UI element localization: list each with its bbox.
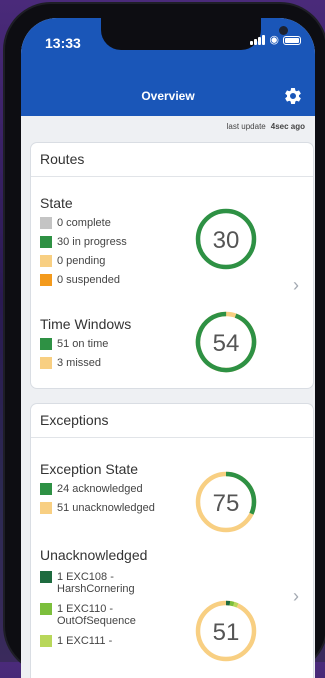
exception-state-title: Exception State — [40, 461, 139, 477]
routes-state-value: 30 — [213, 227, 240, 254]
exceptions-card-title: Exceptions — [31, 404, 313, 438]
exception-state-value: 75 — [213, 490, 240, 517]
legend-swatch — [40, 502, 52, 514]
legend-exc110: 1 EXC110 - OutOfSequence — [40, 603, 136, 627]
routes-state-ring: 30 — [195, 208, 257, 270]
cellular-signal-icon — [250, 35, 266, 45]
legend-swatch — [40, 357, 52, 369]
unacknowledged-title: Unacknowledged — [40, 547, 148, 563]
legend-on-time: 51 on time — [40, 338, 108, 350]
time-windows-title: Time Windows — [40, 316, 132, 332]
legend-unacknowledged: 51 unacknowledged — [40, 502, 155, 514]
legend-complete: 0 complete — [40, 217, 111, 229]
routes-chevron-icon[interactable]: › — [293, 275, 299, 296]
legend-in-progress: 30 in progress — [40, 236, 127, 248]
time-windows-value: 54 — [213, 330, 240, 357]
routes-card[interactable]: Routes State 0 complete 30 in progress 0… — [30, 142, 314, 389]
legend-exc111: 1 EXC111 - — [40, 635, 112, 647]
last-update: last update 4sec ago — [227, 122, 305, 131]
legend-swatch — [40, 571, 52, 583]
phone-frame: 13:33 ◉ Overview last update 4sec ago Rou… — [5, 4, 325, 678]
legend-exc108: 1 EXC108 - HarshCornering — [40, 571, 135, 595]
last-update-value: 4sec ago — [270, 122, 305, 131]
exception-state-ring: 75 — [195, 471, 257, 533]
legend-swatch — [40, 255, 52, 267]
battery-icon — [283, 36, 301, 45]
legend-missed: 3 missed — [40, 357, 101, 369]
gear-icon[interactable] — [283, 86, 303, 106]
legend-swatch — [40, 635, 52, 647]
legend-swatch — [40, 274, 52, 286]
state-title: State — [40, 195, 73, 211]
legend-swatch — [40, 483, 52, 495]
routes-card-title: Routes — [31, 143, 313, 177]
app-screen: 13:33 ◉ Overview last update 4sec ago Rou… — [21, 18, 315, 678]
legend-suspended: 0 suspended — [40, 274, 120, 286]
camera-notch — [101, 18, 288, 50]
page-title: Overview — [141, 89, 195, 103]
last-update-label: last update — [226, 122, 266, 131]
wifi-icon: ◉ — [269, 33, 279, 46]
exceptions-card[interactable]: Exceptions Exception State 24 acknowledg… — [30, 403, 314, 678]
exceptions-chevron-icon[interactable]: › — [293, 586, 299, 607]
status-time: 13:33 — [45, 35, 81, 51]
legend-pending: 0 pending — [40, 255, 105, 267]
legend-acknowledged: 24 acknowledged — [40, 483, 143, 495]
legend-swatch — [40, 217, 52, 229]
legend-swatch — [40, 603, 52, 615]
status-icons: ◉ — [250, 34, 301, 45]
app-header: 13:33 ◉ Overview — [21, 18, 315, 116]
time-windows-ring: 54 — [195, 311, 257, 373]
legend-swatch — [40, 236, 52, 248]
legend-swatch — [40, 338, 52, 350]
unacknowledged-ring: 51 — [195, 600, 257, 662]
unacknowledged-value: 51 — [213, 619, 240, 646]
